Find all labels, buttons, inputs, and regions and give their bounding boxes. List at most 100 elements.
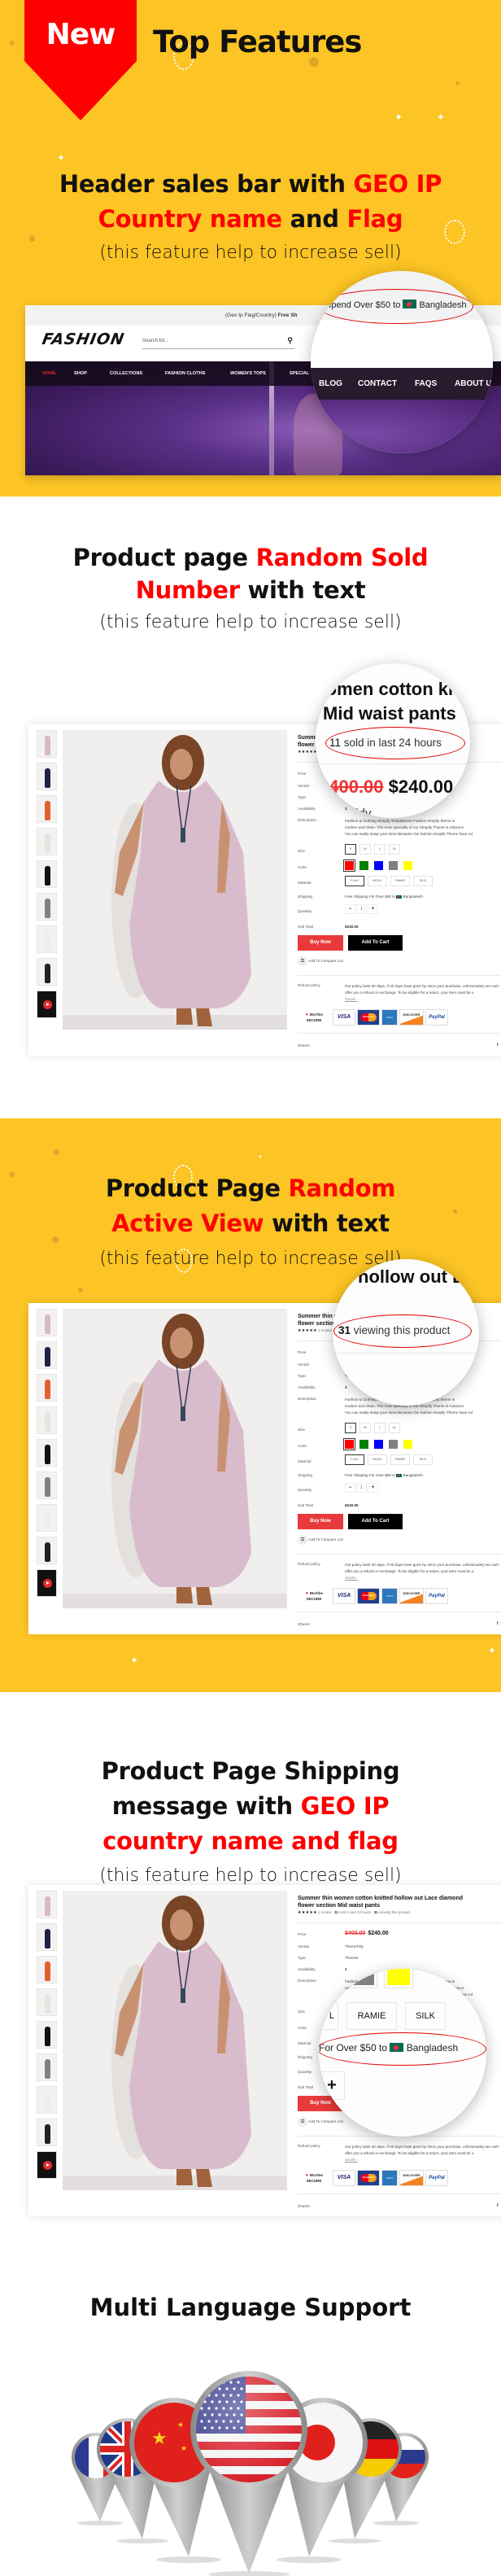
details-link[interactable]: details › bbox=[345, 1575, 499, 1581]
product-thumbnail[interactable] bbox=[37, 1537, 57, 1564]
heading-text: with text bbox=[264, 1209, 390, 1237]
color-swatch[interactable] bbox=[359, 1440, 368, 1449]
product-thumbnail[interactable] bbox=[37, 1472, 57, 1499]
material-option[interactable]: SILK bbox=[413, 876, 433, 886]
vendor-link[interactable]: ThemeTidy bbox=[345, 1944, 364, 1948]
nav-faqs[interactable]: FAQS bbox=[415, 372, 437, 396]
color-swatch[interactable] bbox=[374, 1440, 383, 1449]
product-thumbnail[interactable] bbox=[37, 1988, 57, 2016]
label-material: Material bbox=[298, 1459, 311, 1463]
product-thumbnail[interactable] bbox=[37, 1923, 57, 1951]
color-swatch[interactable] bbox=[389, 861, 398, 870]
bangladesh-flag-icon bbox=[396, 894, 403, 899]
color-swatch[interactable] bbox=[359, 861, 368, 870]
product-thumbnail[interactable] bbox=[37, 893, 57, 921]
size-option[interactable]: M bbox=[359, 1423, 371, 1433]
color-swatch[interactable] bbox=[343, 859, 355, 872]
product-thumbnail[interactable] bbox=[37, 2021, 57, 2049]
color-swatch[interactable] bbox=[403, 861, 412, 870]
quantity-input[interactable]: 1 bbox=[356, 1483, 367, 1493]
add-to-compare-button[interactable]: ⧉ Add To Compare List bbox=[298, 1535, 343, 1545]
product-thumbnail[interactable] bbox=[37, 860, 57, 888]
product-thumbnail[interactable] bbox=[37, 1439, 57, 1467]
product-thumbnail[interactable] bbox=[37, 958, 57, 986]
nav-collections[interactable]: COLLECTIONS bbox=[110, 361, 142, 386]
quantity-input[interactable]: 1 bbox=[356, 904, 367, 914]
color-swatch[interactable] bbox=[343, 1438, 355, 1450]
material-option[interactable]: RAMIE bbox=[390, 1454, 410, 1465]
material-option[interactable]: FLAX bbox=[345, 876, 364, 886]
size-option[interactable]: L bbox=[374, 844, 386, 855]
nav-home[interactable]: HOME bbox=[42, 361, 56, 386]
quantity-plus-magnified[interactable]: + bbox=[319, 2071, 345, 2100]
nav-contact[interactable]: CONTACT bbox=[358, 372, 397, 396]
product-thumbnail[interactable] bbox=[37, 2119, 57, 2146]
facebook-share-icon[interactable]: f bbox=[497, 1621, 499, 1625]
material-option[interactable]: RAMIE bbox=[390, 876, 410, 886]
product-thumbnail[interactable] bbox=[37, 2086, 57, 2114]
highlight-ellipse bbox=[319, 289, 473, 324]
add-to-cart-button[interactable]: Add To Cart bbox=[348, 935, 403, 951]
search-icon[interactable]: ⚲ bbox=[287, 336, 293, 345]
product-video-thumbnail[interactable] bbox=[37, 1569, 57, 1597]
material-option-magnified[interactable]: SILK bbox=[405, 2002, 446, 2030]
quantity-minus-button[interactable]: − bbox=[345, 904, 355, 914]
details-link[interactable]: details › bbox=[345, 2157, 499, 2163]
size-option[interactable]: XL bbox=[389, 1423, 400, 1433]
buy-now-button[interactable]: Buy Now bbox=[298, 935, 343, 951]
product-thumbnail[interactable] bbox=[37, 925, 57, 953]
product-thumbnail[interactable] bbox=[37, 730, 57, 758]
color-swatch[interactable] bbox=[374, 861, 383, 870]
product-thumbnail[interactable] bbox=[37, 2053, 57, 2081]
product-main-image[interactable] bbox=[63, 1891, 287, 2190]
size-option[interactable]: S bbox=[345, 844, 356, 855]
add-to-compare-button[interactable]: ⧉ Add To Compare List bbox=[298, 2117, 343, 2127]
size-option[interactable]: L bbox=[374, 1423, 386, 1433]
nav-shop[interactable]: SHOP bbox=[74, 361, 87, 386]
material-option-magnified[interactable]: L bbox=[319, 2002, 338, 2030]
facebook-share-icon[interactable]: f bbox=[497, 2203, 499, 2207]
facebook-share-icon[interactable]: f bbox=[497, 1043, 499, 1047]
material-option[interactable]: WOOL bbox=[368, 876, 387, 886]
product-video-thumbnail[interactable] bbox=[37, 2151, 57, 2179]
product-thumbnail[interactable] bbox=[37, 1406, 57, 1434]
size-option[interactable]: XL bbox=[389, 844, 400, 855]
quantity-plus-button[interactable]: + bbox=[368, 1483, 378, 1493]
product-thumbnail[interactable] bbox=[37, 1309, 57, 1336]
product-main-image[interactable] bbox=[63, 1309, 287, 1608]
heading-text: Header sales bar with bbox=[59, 170, 354, 198]
color-swatch[interactable] bbox=[389, 1440, 398, 1449]
nav-about[interactable]: ABOUT U bbox=[455, 372, 492, 396]
product-thumbnail[interactable] bbox=[37, 828, 57, 855]
review-count[interactable]: 1 review bbox=[318, 1328, 331, 1332]
quantity-plus-button[interactable]: + bbox=[368, 904, 378, 914]
product-thumbnail[interactable] bbox=[37, 1504, 57, 1532]
material-option[interactable]: WOOL bbox=[368, 1454, 387, 1465]
buy-now-button[interactable]: Buy Now bbox=[298, 1514, 343, 1529]
details-link[interactable]: details › bbox=[345, 996, 499, 1003]
nav-womens-tops[interactable]: WOMEN'S TOPS bbox=[230, 361, 266, 386]
nav-blog[interactable]: BLOG bbox=[319, 372, 342, 396]
color-swatch[interactable] bbox=[403, 1440, 412, 1449]
size-option[interactable]: S bbox=[345, 1423, 356, 1433]
add-to-compare-button[interactable]: ⧉ Add To Compare List bbox=[298, 956, 343, 966]
material-option-magnified[interactable]: RAMIE bbox=[346, 2002, 397, 2030]
add-to-cart-button[interactable]: Add To Cart bbox=[348, 1514, 403, 1529]
product-thumbnail[interactable] bbox=[37, 1341, 57, 1369]
product-thumbnail[interactable] bbox=[37, 1956, 57, 1983]
product-thumbnail[interactable] bbox=[37, 1891, 57, 1918]
product-video-thumbnail[interactable] bbox=[37, 991, 57, 1018]
product-thumbnail[interactable] bbox=[37, 763, 57, 790]
fashion-logo[interactable]: FASHION bbox=[41, 330, 126, 348]
search-input[interactable]: Search for... ⚲ bbox=[142, 336, 294, 349]
product-main-image[interactable] bbox=[63, 730, 287, 1030]
nav-fashion-cloths[interactable]: FASHION CLOTHS bbox=[165, 361, 205, 386]
review-count[interactable]: 1 review bbox=[318, 1910, 331, 1914]
size-option[interactable]: M bbox=[359, 844, 371, 855]
quantity-minus-button[interactable]: − bbox=[345, 1483, 355, 1493]
material-option[interactable]: SILK bbox=[413, 1454, 433, 1465]
nav-special[interactable]: SPECIAL bbox=[290, 361, 309, 386]
product-thumbnail[interactable] bbox=[37, 795, 57, 823]
product-thumbnail[interactable] bbox=[37, 1374, 57, 1402]
material-option[interactable]: FLAX bbox=[345, 1454, 364, 1465]
